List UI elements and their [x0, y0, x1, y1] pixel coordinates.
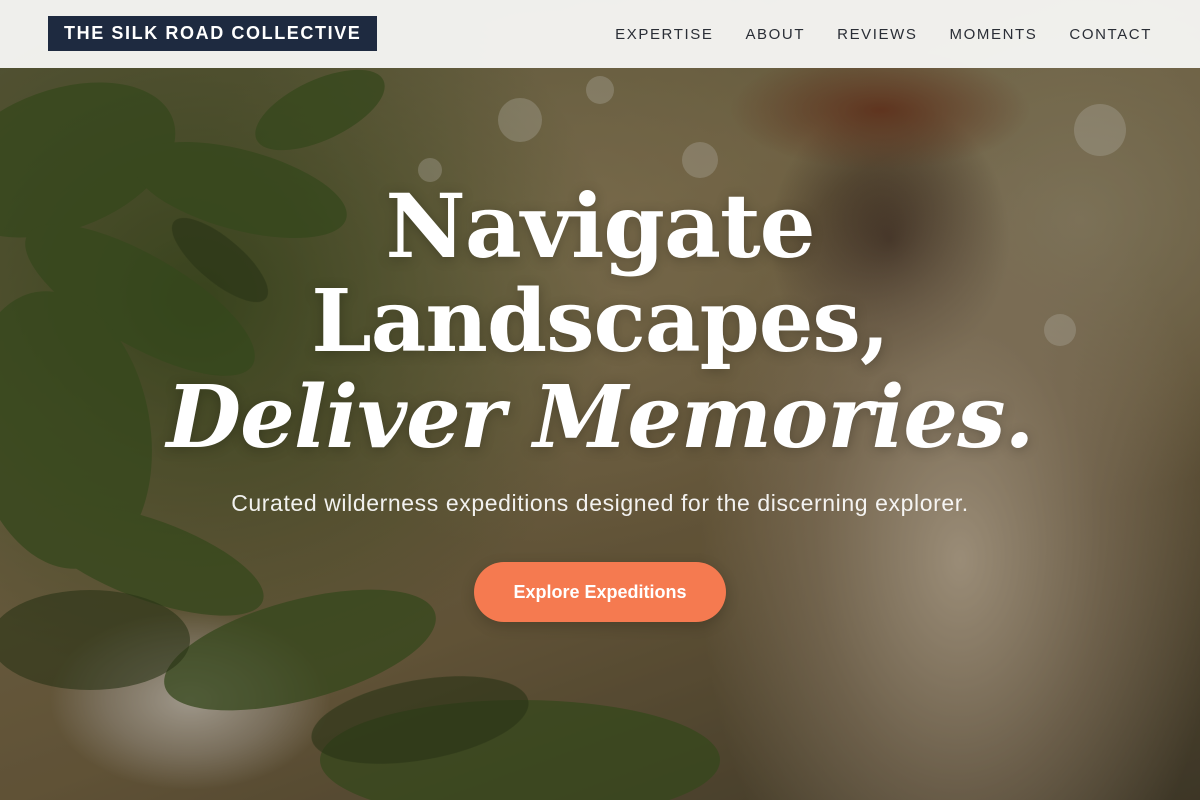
nav-link-expertise[interactable]: EXPERTISE [615, 26, 713, 43]
headline-line-2: Landscapes, [311, 271, 890, 372]
headline-line-3: Deliver Memories. [166, 367, 1035, 468]
nav-link-moments[interactable]: MOMENTS [950, 26, 1038, 43]
main-nav: EXPERTISE ABOUT REVIEWS MOMENTS CONTACT [583, 0, 1152, 68]
brand-logo[interactable]: THE SILK ROAD COLLECTIVE [48, 16, 378, 51]
hero-subtitle: Curated wilderness expeditions designed … [231, 490, 969, 516]
hero-headline: Navigate Landscapes, Deliver Memories. [0, 178, 1200, 466]
nav-link-contact[interactable]: CONTACT [1069, 26, 1152, 43]
nav-link-reviews[interactable]: REVIEWS [837, 26, 917, 43]
explore-expeditions-button[interactable]: Explore Expeditions [474, 562, 726, 622]
nav-link-about[interactable]: ABOUT [745, 26, 805, 43]
headline-line-1: Navigate [385, 174, 815, 278]
site-header: THE SILK ROAD COLLECTIVE EXPERTISE ABOUT… [0, 0, 1200, 68]
